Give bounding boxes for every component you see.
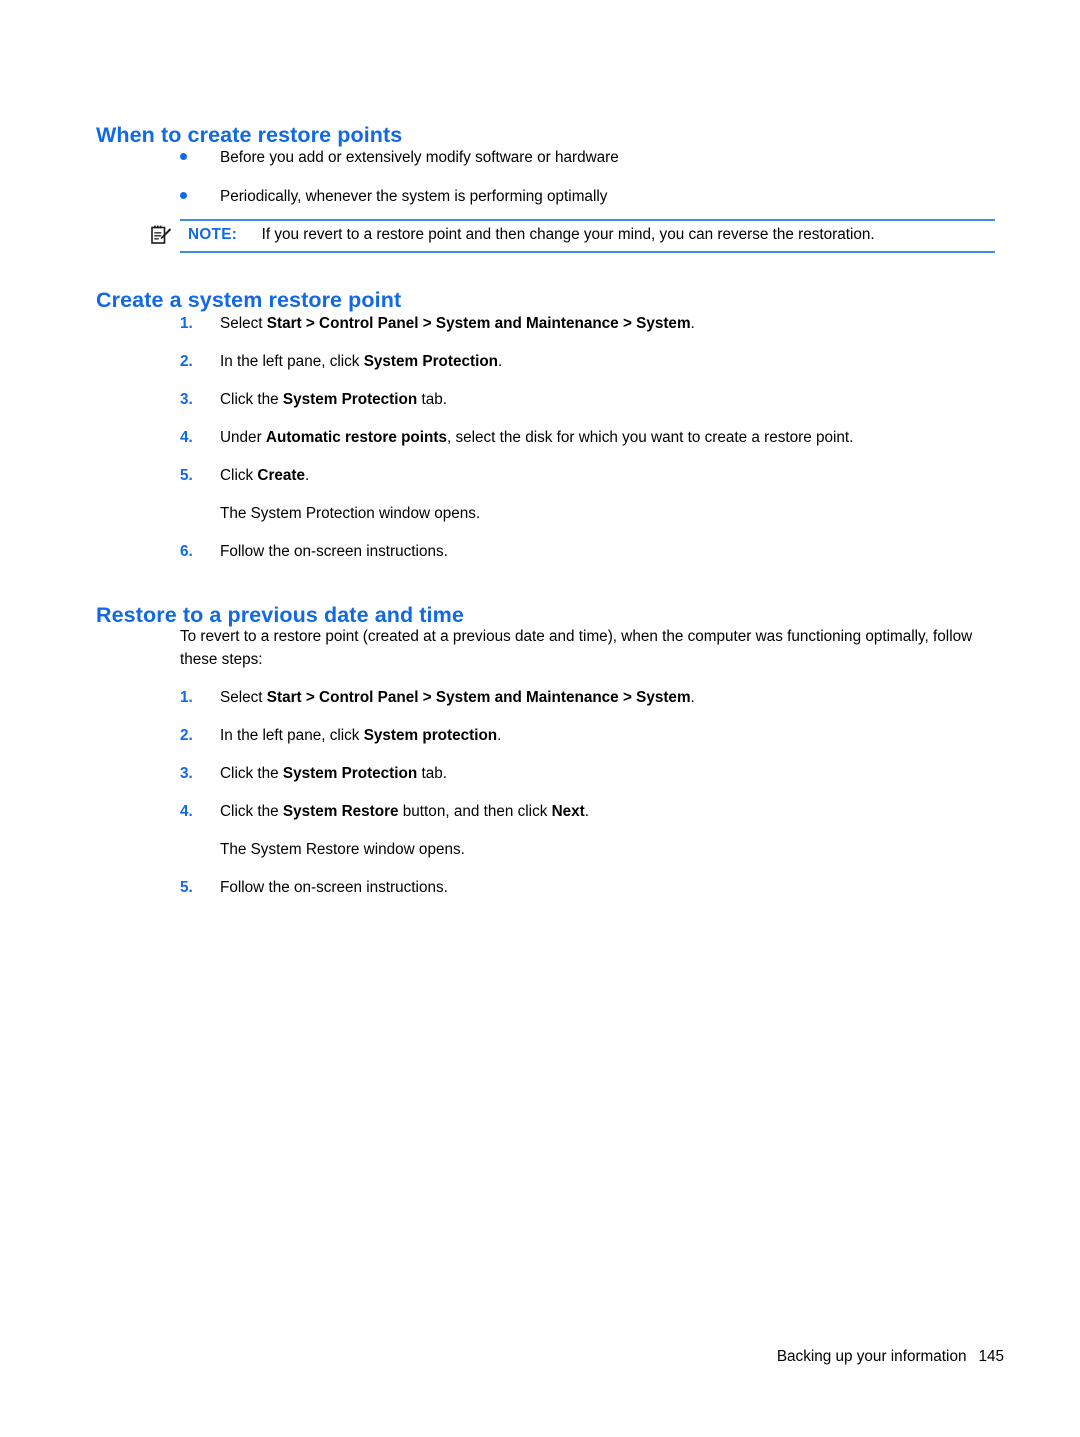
ordered-list-item: 2. In the left pane, click System Protec…	[180, 351, 985, 372]
bullet-icon	[180, 153, 187, 160]
ordered-list-item: 4. Click the System Restore button, and …	[180, 801, 985, 822]
heading-when-to-create-restore-points: When to create restore points	[96, 122, 403, 147]
heading-restore-to-a-previous-date-and-time: Restore to a previous date and time	[96, 602, 464, 627]
ordered-list-item: 5. Follow the on-screen instructions.	[180, 877, 985, 898]
ordered-list-item: 5. Click Create.	[180, 465, 985, 486]
restore-result-text: The System Restore window opens.	[220, 841, 465, 858]
list-item-label: Periodically, whenever the system is per…	[220, 188, 608, 205]
list-item: Before you add or extensively modify sof…	[180, 147, 1010, 168]
note-divider-top	[180, 219, 995, 221]
list-item-label: Before you add or extensively modify sof…	[220, 149, 619, 166]
step-number: 1.	[180, 689, 193, 706]
step-text: Click Create.	[220, 467, 310, 484]
step-number: 3.	[180, 765, 193, 782]
step-number: 5.	[180, 879, 193, 896]
step-number: 2.	[180, 353, 193, 370]
create-result-text: The System Protection window opens.	[220, 505, 481, 522]
footer-title: Backing up your information	[776, 1348, 967, 1365]
step-number: 3.	[180, 391, 193, 408]
ordered-list-item: 3. Click the System Protection tab.	[180, 763, 985, 784]
ordered-list-item: 1. Select Start > Control Panel > System…	[180, 687, 985, 708]
ordered-list-item: 6. Follow the on-screen instructions.	[180, 541, 985, 562]
step-text: Click the System Protection tab.	[220, 765, 447, 782]
step-text: Select Start > Control Panel > System an…	[220, 689, 695, 706]
ordered-list-item: 2. In the left pane, click System protec…	[180, 725, 985, 746]
note-body: NOTE: If you revert to a restore point a…	[188, 225, 988, 245]
step-number: 4.	[180, 803, 193, 820]
step-number: 1.	[180, 315, 193, 332]
note-pencil-icon	[150, 224, 172, 246]
step-text: In the left pane, click System Protectio…	[220, 353, 503, 370]
note-text: If you revert to a restore point and the…	[261, 226, 875, 243]
heading-create-a-system-restore-point: Create a system restore point	[96, 287, 402, 312]
step-text: Follow the on-screen instructions.	[220, 879, 448, 896]
page-footer: Backing up your information 145	[0, 1348, 1004, 1366]
document-page: When to create restore points Before you…	[0, 0, 1080, 1437]
bullet-icon	[180, 192, 187, 199]
step-text: Follow the on-screen instructions.	[220, 543, 448, 560]
ordered-list-item: 1. Select Start > Control Panel > System…	[180, 313, 985, 334]
note-label: NOTE:	[188, 226, 238, 243]
ordered-list-item: 3. Click the System Protection tab.	[180, 389, 985, 410]
step-number: 2.	[180, 727, 193, 744]
list-item: Periodically, whenever the system is per…	[180, 186, 1010, 207]
step-number: 6.	[180, 543, 193, 560]
step-text: Click the System Protection tab.	[220, 391, 447, 408]
step-number: 4.	[180, 429, 193, 446]
step-text: In the left pane, click System protectio…	[220, 727, 502, 744]
footer-page-number: 145	[978, 1348, 1004, 1365]
step-number: 5.	[180, 467, 193, 484]
step-text: Under Automatic restore points, select t…	[220, 429, 854, 446]
step-text: Click the System Restore button, and the…	[220, 803, 590, 820]
note-divider-bottom	[180, 251, 995, 253]
ordered-list-item: 4. Under Automatic restore points, selec…	[180, 427, 985, 448]
restore-intro-paragraph: To revert to a restore point (created at…	[180, 628, 973, 668]
step-text: Select Start > Control Panel > System an…	[220, 315, 695, 332]
